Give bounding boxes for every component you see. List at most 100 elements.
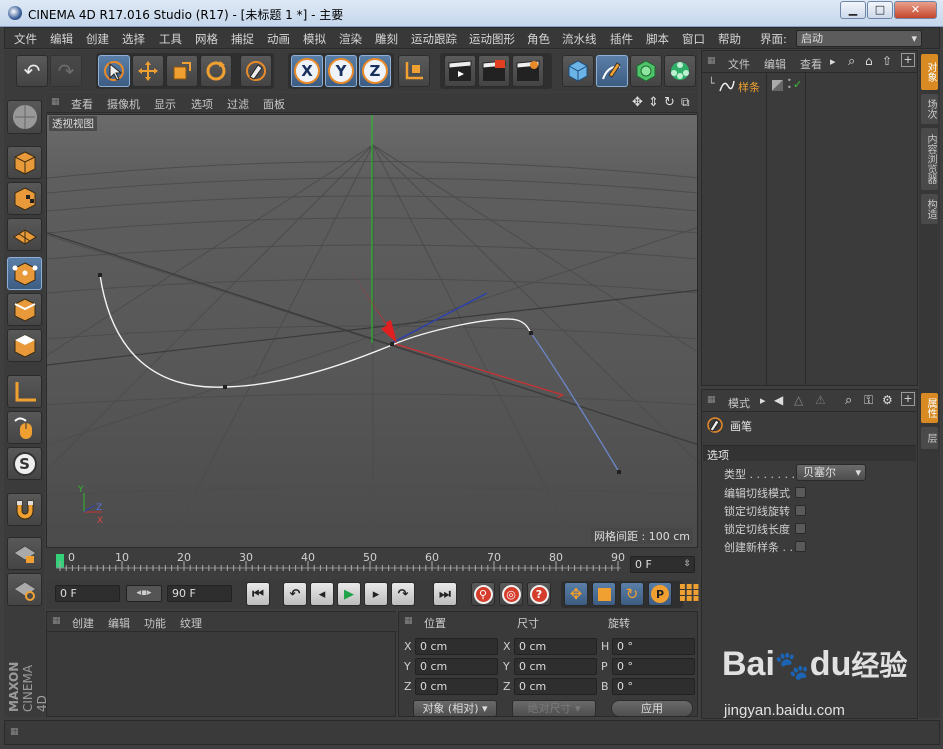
menu-pipeline[interactable]: 流水线 (562, 31, 597, 47)
timeline-ruler[interactable]: 0 10 20 30 40 50 60 70 80 90 0 F ⇳ (46, 549, 698, 579)
interface-layout-select[interactable]: 启动 ▾ (796, 30, 922, 47)
spline-point[interactable] (617, 470, 621, 474)
keyframe-selection-button[interactable]: ? (527, 582, 551, 606)
material-menu-edit[interactable]: 编辑 (108, 615, 130, 631)
options-section[interactable]: 选项 (703, 445, 916, 462)
pen-tool-button[interactable] (240, 55, 272, 87)
search-icon[interactable]: ⌕ (845, 393, 852, 408)
axis-mode-button[interactable] (7, 375, 42, 408)
menu-motion-tracker[interactable]: 运动跟踪 (411, 31, 457, 47)
render-view-button[interactable] (444, 55, 476, 87)
up-arrow-icon[interactable]: △ (794, 393, 803, 407)
key-scale-button[interactable] (592, 582, 616, 606)
menu-character[interactable]: 角色 (527, 31, 550, 47)
tab-takes[interactable]: 场次 (921, 94, 938, 124)
viewport-menu-options[interactable]: 选项 (191, 96, 213, 112)
preview-start-field[interactable]: 0 F (55, 585, 120, 602)
key-rotation-button[interactable]: ↻ (620, 582, 644, 606)
object-menu-edit[interactable]: 编辑 (764, 56, 786, 72)
perspective-viewport[interactable]: Y Z X 透视视图 网格间距 : 100 cm (46, 114, 698, 548)
position-z-field[interactable]: 0 cm (415, 678, 498, 695)
viewport-move-icon[interactable]: ✥ (632, 95, 643, 110)
previous-frame-button[interactable]: ◂ (310, 582, 334, 606)
create-new-spline-checkbox[interactable] (795, 541, 806, 552)
menu-help[interactable]: 帮助 (718, 31, 741, 47)
add-subdivision-button[interactable] (630, 55, 662, 87)
undo-button[interactable]: ↶ (16, 55, 48, 87)
tab-attributes[interactable]: 属性 (921, 393, 938, 423)
tab-structure[interactable]: 构造 (921, 194, 938, 224)
position-y-field[interactable]: 0 cm (415, 658, 498, 675)
absolute-size-dropdown[interactable]: 绝对尺寸 ▾ (512, 700, 596, 717)
settings-icon[interactable]: ⚙ (882, 393, 893, 407)
size-y-field[interactable]: 0 cm (514, 658, 597, 675)
object-row[interactable]: └ 样条 • • ✓ (702, 77, 917, 95)
minimize-button[interactable]: ▁ (840, 1, 866, 19)
tab-layers[interactable]: 层 (921, 427, 938, 449)
material-menu-texture[interactable]: 纹理 (180, 615, 202, 631)
viewport-menu-filter[interactable]: 过滤 (227, 96, 249, 112)
menu-more-icon[interactable]: ▸ (760, 394, 766, 407)
menu-animate[interactable]: 动画 (267, 31, 290, 47)
menu-select[interactable]: 选择 (122, 31, 145, 47)
y-axis-lock-button[interactable]: Y (325, 55, 357, 87)
preview-end-field[interactable]: 90 F (167, 585, 232, 602)
live-selection-button[interactable] (98, 55, 130, 87)
menu-tools[interactable]: 工具 (159, 31, 182, 47)
menu-script[interactable]: 脚本 (646, 31, 669, 47)
add-cube-button[interactable] (562, 55, 594, 87)
maximize-button[interactable]: □ (867, 1, 893, 19)
previous-key-button[interactable]: ↶ (283, 582, 307, 606)
visibility-dots-icon[interactable]: • • (787, 77, 792, 92)
texture-mode-button[interactable] (7, 182, 42, 215)
planar-workplane-button[interactable] (7, 573, 42, 606)
viewport-menu-cameras[interactable]: 摄像机 (107, 96, 140, 112)
z-axis-lock-button[interactable]: Z (359, 55, 391, 87)
coordinate-mode-dropdown[interactable]: 对象 (相对) ▾ (413, 700, 497, 717)
next-frame-button[interactable]: ▸ (364, 582, 388, 606)
back-arrow-icon[interactable]: ◀ (774, 393, 783, 407)
lock-workplane-button[interactable] (7, 537, 42, 570)
render-settings-button[interactable] (512, 55, 544, 87)
menu-window[interactable]: 窗口 (682, 31, 705, 47)
warning-up-icon[interactable]: ⚠ (815, 393, 826, 407)
enabled-check-icon[interactable]: ✓ (793, 78, 802, 91)
lock-tangent-rotation-checkbox[interactable] (795, 505, 806, 516)
points-mode-button[interactable] (7, 257, 42, 290)
go-to-end-button[interactable]: ⏭ (433, 582, 457, 606)
menu-more-icon[interactable]: ▸ (830, 55, 836, 68)
z-axis-handle[interactable] (391, 292, 488, 344)
viewport-menu-panel[interactable]: 面板 (263, 96, 285, 112)
next-key-button[interactable]: ↷ (391, 582, 415, 606)
tweak-mode-button[interactable] (7, 411, 42, 444)
size-x-field[interactable]: 0 cm (514, 638, 597, 655)
make-editable-button[interactable] (7, 100, 42, 134)
menu-create[interactable]: 创建 (86, 31, 109, 47)
menu-sculpt[interactable]: 雕刻 (375, 31, 398, 47)
workplane-mode-button[interactable] (7, 218, 42, 251)
record-active-button[interactable]: ⚲ (471, 582, 495, 606)
edges-mode-button[interactable] (7, 293, 42, 326)
spline-point[interactable] (390, 342, 394, 346)
redo-button[interactable]: ↷ (50, 55, 82, 87)
key-position-button[interactable]: ✥ (564, 582, 588, 606)
search-icon[interactable]: ⌕ (848, 54, 855, 69)
key-pla-icon[interactable]: ▪▪▪ ▪▪▪ ▪▪▪ (679, 582, 699, 604)
spline-type-dropdown[interactable]: 贝塞尔 ▾ (796, 464, 866, 481)
add-spline-pen-button[interactable] (596, 55, 628, 87)
up-icon[interactable]: ⇧ (882, 54, 892, 68)
x-axis-lock-button[interactable]: X (291, 55, 323, 87)
object-menu-view[interactable]: 查看 (800, 56, 822, 72)
position-x-field[interactable]: 0 cm (415, 638, 498, 655)
lock-icon[interactable]: ⚿ (864, 393, 873, 408)
edit-tangent-mode-checkbox[interactable] (795, 487, 806, 498)
autokey-button[interactable]: ◎ (499, 582, 523, 606)
scale-tool-button[interactable] (166, 55, 198, 87)
tab-objects[interactable]: 对象 (921, 54, 938, 90)
spline-point[interactable] (223, 385, 227, 389)
apply-button[interactable]: 应用 (611, 700, 693, 717)
go-to-start-button[interactable]: ⏮ (246, 582, 270, 606)
menu-file[interactable]: 文件 (14, 31, 37, 47)
viewport-maximize-icon[interactable]: ⧉ (681, 95, 690, 110)
object-menu-file[interactable]: 文件 (728, 56, 750, 72)
